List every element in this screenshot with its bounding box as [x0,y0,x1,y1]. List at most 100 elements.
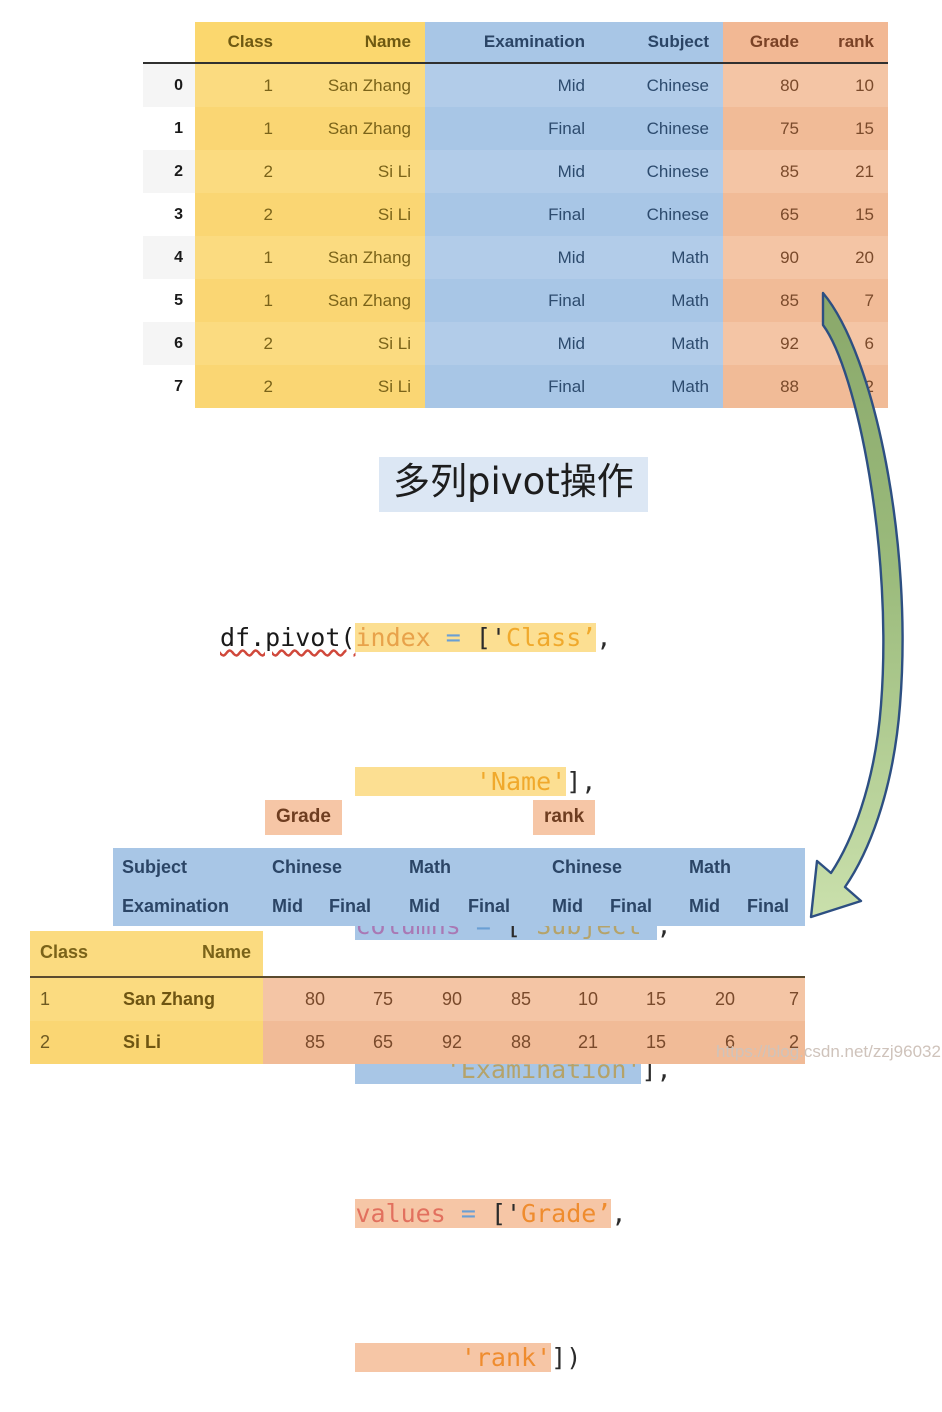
code-bracket-open-1: [' [475,623,507,652]
result-examination-cell: Final [610,896,653,916]
result-cell-class: 2 [40,1032,51,1052]
source-dataframe-table: Class Name Examination Subject Grade ran… [143,22,888,408]
result-cell-name: San Zhang [123,989,216,1009]
source-cell-class: 1 [195,63,283,107]
result-examination-cell: Final [468,896,511,916]
source-table-row: 6 2 Si Li Mid Math 92 6 [143,322,888,365]
source-index-header [143,22,195,64]
result-examination-cell: Mid [552,896,583,916]
source-cell-class: 1 [195,107,283,150]
source-cell-subject: Chinese [599,63,723,107]
source-cell-examination: Mid [425,322,599,365]
code-call-df-pivot: df.pivot( [220,623,356,652]
code-kwarg-index: index [355,623,431,652]
source-cell-name: Si Li [283,150,425,193]
code-line-2: df.pivot( 'Name'], [220,764,672,800]
source-cell-examination: Mid [425,63,599,107]
source-cell-examination: Final [425,279,599,322]
code-equals-1: = [445,623,461,652]
source-cell-rank: 20 [811,236,888,279]
source-table-header-row: Class Name Examination Subject Grade ran… [143,22,888,64]
source-table-body: 0 1 San Zhang Mid Chinese 80 10 1 1 San Zhang Fina… [143,63,888,408]
result-row-value-cells: 80 75 90 85 10 15 20 7 [263,978,805,1021]
source-table-row: 7 2 Si Li Final Math 88 2 [143,365,888,408]
source-row-index: 5 [143,279,195,322]
source-row-index: 4 [143,236,195,279]
source-cell-subject: Chinese [599,193,723,236]
code-line-6: df.pivot( 'rank']) [220,1340,672,1376]
source-cell-class: 1 [195,236,283,279]
result-examination-cell: Mid [272,896,303,916]
result-examination-header-row: Examination Mid Final Mid Final Mid Final Mid F… [113,887,805,926]
source-cell-grade: 90 [723,236,811,279]
source-cell-examination: Final [425,193,599,236]
result-examination-cell: Mid [689,896,720,916]
source-col-header-examination: Examination [425,22,599,64]
result-value-cell: 92 [441,1032,462,1052]
source-cell-rank: 10 [811,63,888,107]
source-cell-name: Si Li [283,322,425,365]
code-string-class: Class’ [506,623,597,652]
code-string-grade: Grade’ [521,1199,612,1228]
result-value-cell: 65 [372,1032,393,1052]
source-row-index: 7 [143,365,195,408]
source-cell-grade: 92 [723,322,811,365]
curved-flow-arrow [809,291,904,919]
source-cell-examination: Final [425,107,599,150]
code-bracket-close-1: ], [566,767,597,796]
code-comma-1: , [596,623,612,652]
source-cell-subject: Chinese [599,150,723,193]
source-cell-grade: 80 [723,63,811,107]
source-cell-subject: Math [599,236,723,279]
result-column-header-block: Subject Chinese Math Chinese Math Examinati… [113,848,805,926]
result-examination-cell: Mid [409,896,440,916]
result-value-cell: 7 [788,989,799,1009]
source-row-index: 3 [143,193,195,236]
result-subject-header-row: Subject Chinese Math Chinese Math [113,848,805,887]
source-cell-subject: Math [599,365,723,408]
code-paren-close: ]) [551,1343,582,1372]
source-row-index: 2 [143,150,195,193]
value-label-grade: Grade [265,800,342,835]
code-comma-3: , [611,1199,627,1228]
source-cell-rank: 15 [811,193,888,236]
result-value-cell: 15 [645,989,666,1009]
result-subject-group: Chinese [272,857,343,877]
source-row-index: 6 [143,322,195,365]
source-cell-class: 2 [195,150,283,193]
source-cell-subject: Math [599,279,723,322]
result-cell-class: 1 [40,989,51,1009]
result-value-cell: 80 [304,989,325,1009]
result-examination-row-label: Examination [122,896,230,916]
result-examination-cell: Final [329,896,372,916]
result-subject-group: Math [689,857,731,877]
source-cell-subject: Chinese [599,107,723,150]
source-cell-class: 2 [195,193,283,236]
source-cell-name: San Zhang [283,63,425,107]
result-index-header-class: Class [40,942,89,962]
source-table-row: 5 1 San Zhang Final Math 85 7 [143,279,888,322]
result-value-cell: 85 [304,1032,325,1052]
result-table-row: 2 Si Li 85 65 92 88 21 15 6 2 [30,1021,805,1064]
source-col-header-grade: Grade [723,22,811,64]
csdn-watermark: https://blog.csdn.net/zzj960321 [716,1042,942,1061]
result-value-cell: 15 [645,1032,666,1052]
result-value-cell: 88 [510,1032,531,1052]
code-string-rank: 'rank' [460,1343,552,1372]
source-col-header-class: Class [195,22,283,64]
source-cell-rank: 15 [811,107,888,150]
source-cell-grade: 85 [723,279,811,322]
source-cell-grade: 85 [723,150,811,193]
source-cell-rank: 21 [811,150,888,193]
result-value-cell: 75 [372,989,393,1009]
value-label-rank: rank [533,800,596,835]
code-line-1: df.pivot(index = ['Class’, [220,620,672,656]
source-cell-class: 2 [195,322,283,365]
result-index-header: Class Name [30,931,263,976]
result-examination-cell: Final [747,896,790,916]
source-cell-grade: 75 [723,107,811,150]
code-line-5: df.pivot(values = ['Grade’, [220,1196,672,1232]
source-cell-examination: Mid [425,236,599,279]
result-cell-name: Si Li [123,1032,162,1052]
source-table-row: 0 1 San Zhang Mid Chinese 80 10 [143,63,888,107]
